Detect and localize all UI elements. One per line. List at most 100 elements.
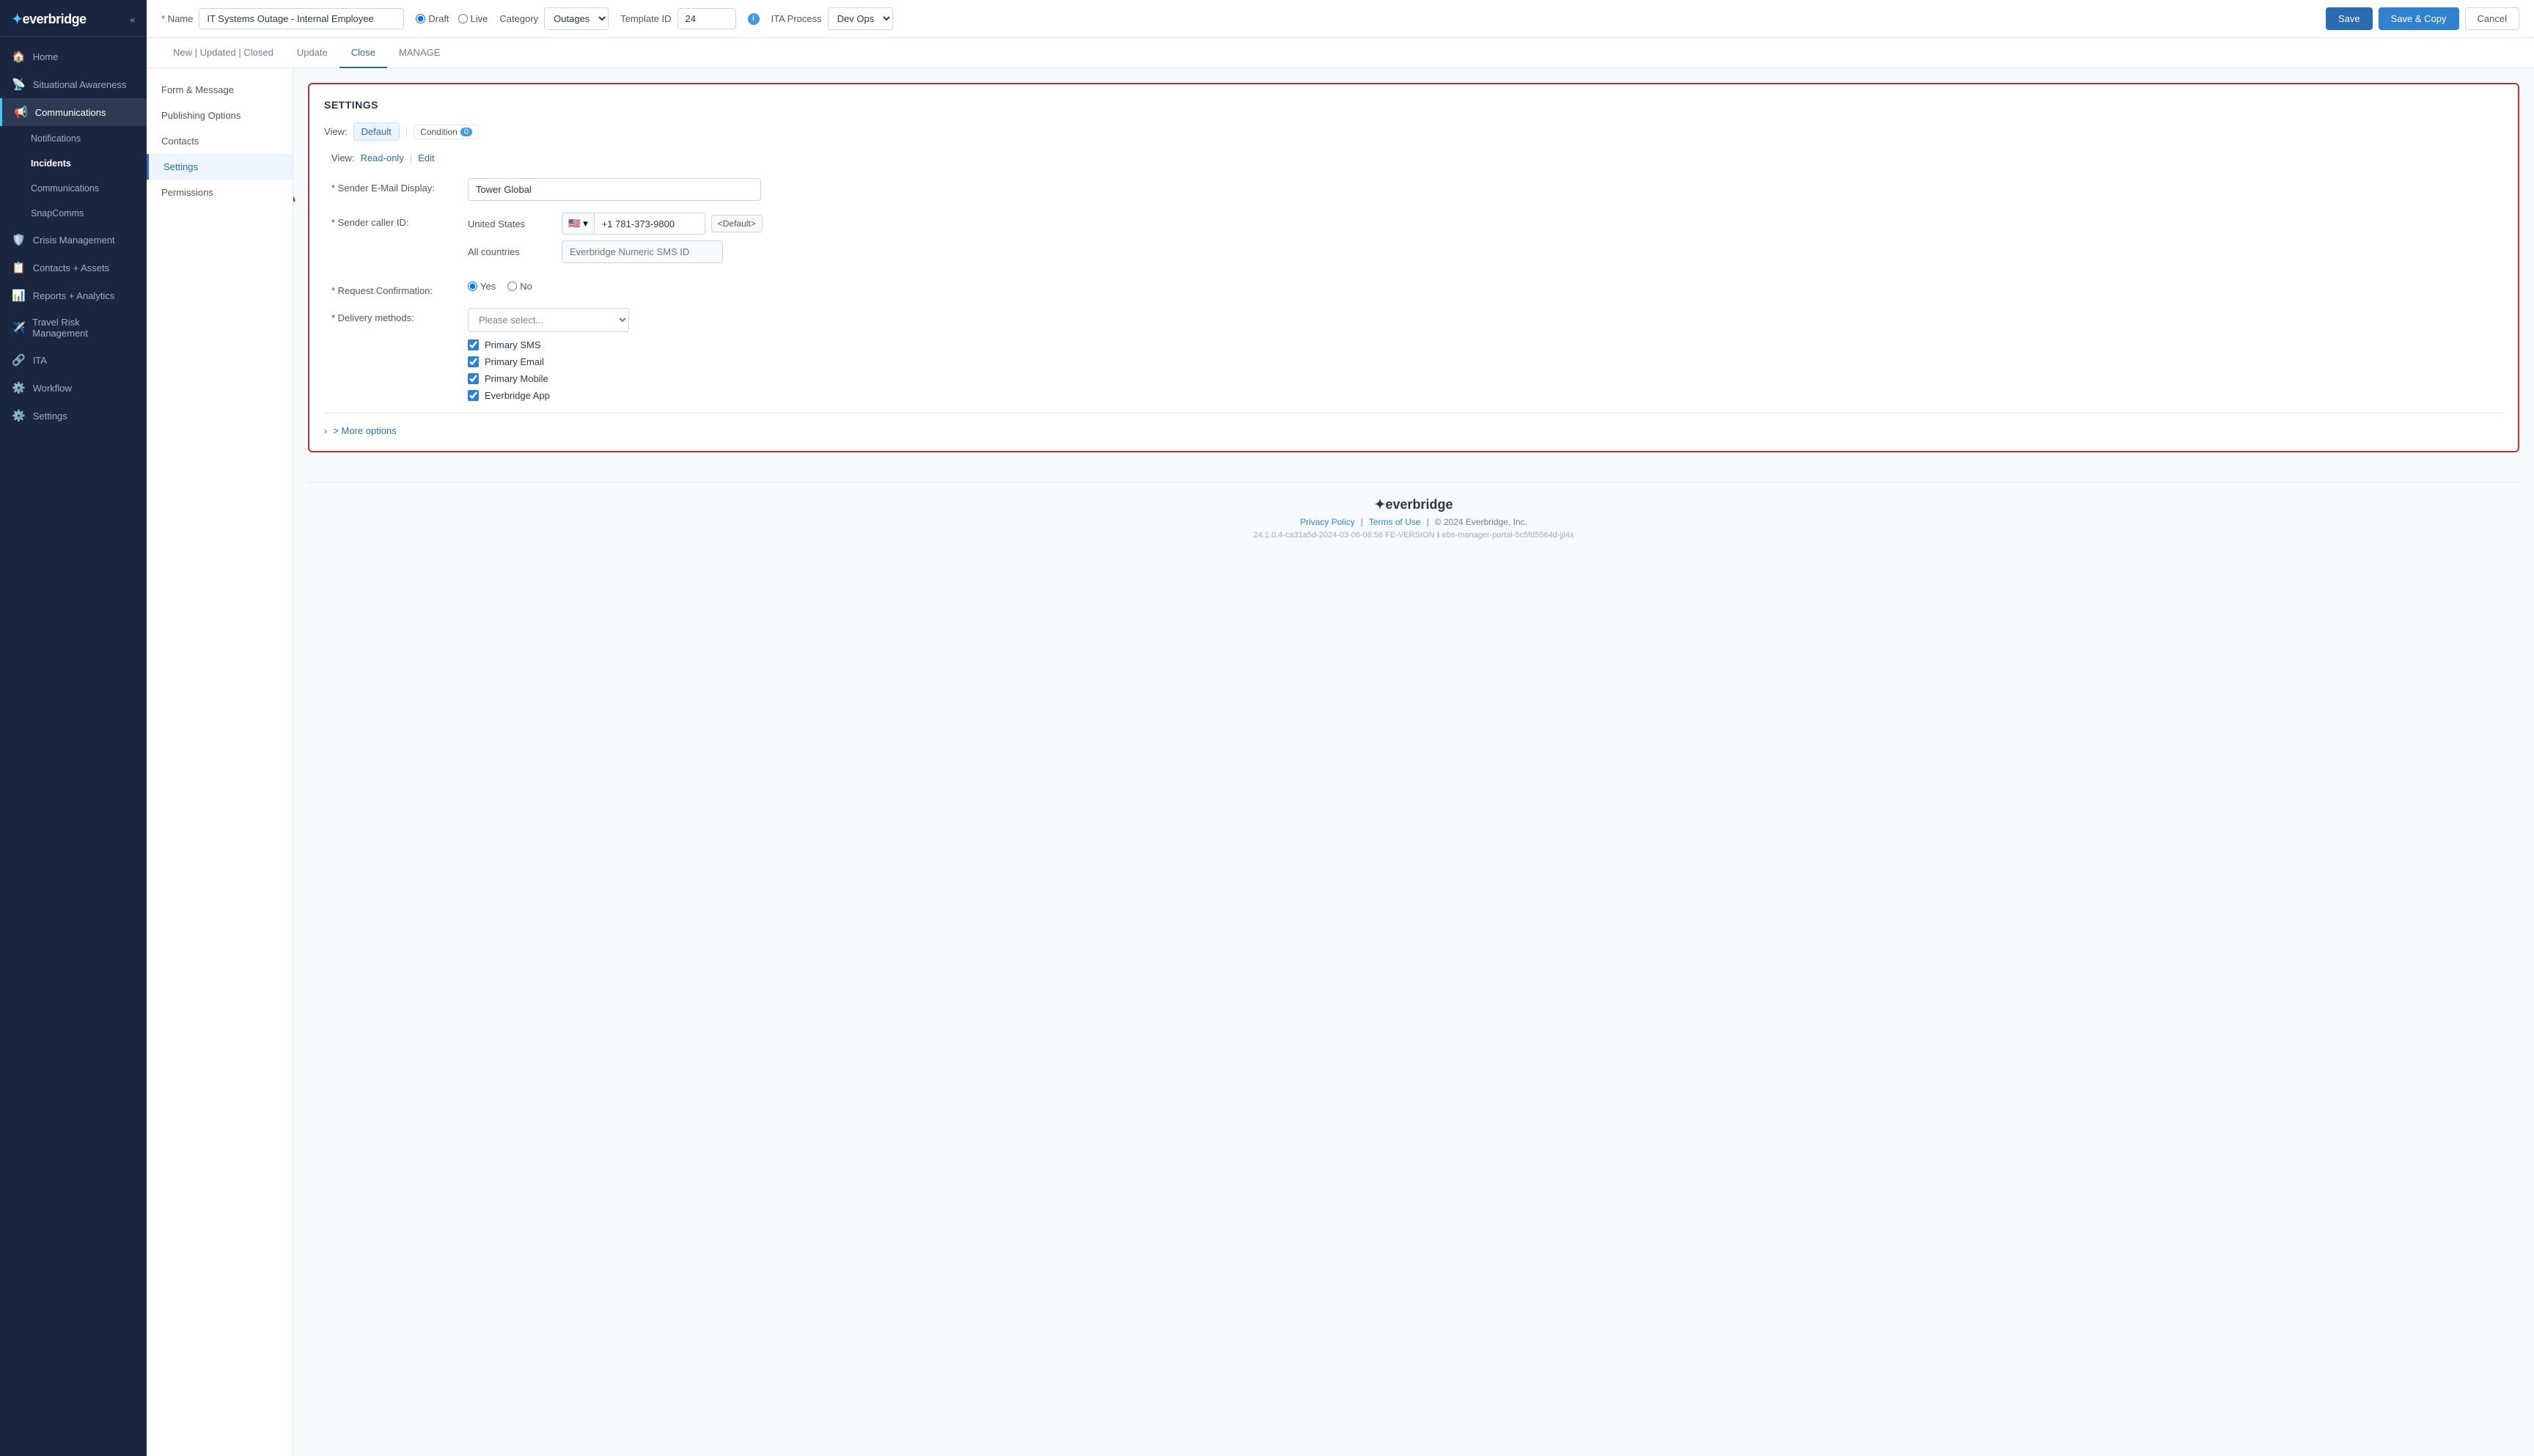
left-menu-contacts[interactable]: Contacts xyxy=(147,128,293,154)
primary-mobile-checkbox-label[interactable]: Primary Mobile xyxy=(468,373,2503,384)
sidebar-item-label: Situational Awareness xyxy=(33,79,127,90)
sidebar-item-label: Contacts + Assets xyxy=(33,262,109,273)
primary-sms-checkbox-label[interactable]: Primary SMS xyxy=(468,339,2503,350)
sidebar-item-communications-sub[interactable]: Communications xyxy=(0,176,147,201)
request-confirm-row: * Request Confirmation: Yes No xyxy=(324,281,2503,296)
view-sub-label: View: xyxy=(331,152,355,163)
sidebar-logo: ✦everbridge « xyxy=(0,0,147,37)
tab-update[interactable]: Update xyxy=(285,38,339,68)
sidebar-item-label: Home xyxy=(33,51,59,62)
sender-caller-value: United States 🇺🇸 ▾ <Default> xyxy=(468,213,2503,269)
primary-sms-checkbox[interactable] xyxy=(468,339,479,350)
primary-mobile-checkbox[interactable] xyxy=(468,373,479,384)
sidebar-item-snapcomms[interactable]: SnapComms xyxy=(0,201,147,226)
sender-email-row: * Sender E-Mail Display: xyxy=(324,178,2503,201)
settings-icon: ⚙️ xyxy=(12,409,26,422)
live-radio-label[interactable]: Live xyxy=(458,13,488,24)
view-label: View: xyxy=(324,126,348,137)
delivery-select[interactable]: Please select... xyxy=(468,308,629,332)
primary-email-label: Primary Email xyxy=(485,356,544,367)
privacy-policy-link[interactable]: Privacy Policy xyxy=(1300,517,1355,527)
name-field-group: * Name xyxy=(161,8,404,29)
view-tabs: View: Default | Condition 0 xyxy=(324,122,2503,141)
situational-awareness-icon: 📡 xyxy=(12,78,26,91)
save-copy-button[interactable]: Save & Copy xyxy=(2379,7,2459,30)
sidebar-item-contacts-assets[interactable]: 📋 Contacts + Assets xyxy=(0,254,147,282)
category-select[interactable]: Outages xyxy=(544,7,609,30)
primary-email-checkbox-label[interactable]: Primary Email xyxy=(468,356,2503,367)
app-logo: ✦everbridge xyxy=(12,12,87,27)
sidebar-item-workflow[interactable]: ⚙️ Workflow xyxy=(0,374,147,402)
tab-close[interactable]: Close xyxy=(339,38,387,68)
footer-links: Privacy Policy | Terms of Use | © 2024 E… xyxy=(323,517,2505,527)
footer: ✦everbridge Privacy Policy | Terms of Us… xyxy=(308,482,2519,554)
save-button[interactable]: Save xyxy=(2326,7,2373,30)
cancel-button[interactable]: Cancel xyxy=(2465,7,2519,30)
no-radio[interactable] xyxy=(507,282,517,291)
ita-process-select[interactable]: Dev Ops xyxy=(828,7,893,30)
sidebar-item-home[interactable]: 🏠 Home xyxy=(0,43,147,70)
delivery-checkbox-list: Primary SMS Primary Email Primary Mobile xyxy=(468,339,2503,401)
everbridge-app-checkbox[interactable] xyxy=(468,390,479,401)
more-options[interactable]: › > More options xyxy=(324,413,2503,436)
sidebar-item-label: Workflow xyxy=(33,383,72,394)
sender-email-input[interactable] xyxy=(468,178,761,201)
sidebar-item-label: Communications xyxy=(31,183,99,194)
all-countries-label: All countries xyxy=(468,246,556,257)
sidebar-item-incidents[interactable]: Incidents xyxy=(0,151,147,176)
everbridge-app-checkbox-label[interactable]: Everbridge App xyxy=(468,390,2503,401)
request-confirm-value: Yes No xyxy=(468,281,2503,292)
draft-radio-label[interactable]: Draft xyxy=(416,13,449,24)
sidebar-item-travel-risk[interactable]: ✈️ Travel Risk Management xyxy=(0,309,147,346)
sidebar-item-situational-awareness[interactable]: 📡 Situational Awareness xyxy=(0,70,147,98)
sidebar-item-ita[interactable]: 🔗 ITA xyxy=(0,346,147,374)
tab-new-updated-closed[interactable]: New | Updated | Closed xyxy=(161,38,285,68)
yes-radio[interactable] xyxy=(468,282,477,291)
sidebar-item-settings[interactable]: ⚙️ Settings xyxy=(0,402,147,430)
footer-version: 24.1.0.4-ca31a5d-2024-03-06-06:56 FE-VER… xyxy=(323,530,2505,540)
flag-button[interactable]: 🇺🇸 ▾ xyxy=(562,213,595,234)
more-options-chevron: › xyxy=(324,425,327,436)
sidebar-navigation: 🏠 Home 📡 Situational Awareness 📢 Communi… xyxy=(0,37,147,1456)
template-id-input[interactable] xyxy=(677,8,736,29)
name-input[interactable] xyxy=(199,8,404,29)
draft-radio[interactable] xyxy=(416,14,425,23)
workflow-icon: ⚙️ xyxy=(12,381,26,394)
left-menu-permissions[interactable]: Permissions xyxy=(147,180,293,205)
delivery-methods-label: * Delivery methods: xyxy=(331,308,456,323)
arrow-annotation xyxy=(293,141,308,229)
condition-badge[interactable]: Condition 0 xyxy=(414,125,479,139)
status-radio-group: Draft Live xyxy=(416,13,488,24)
left-menu-form-message[interactable]: Form & Message xyxy=(147,77,293,103)
numeric-sms-input[interactable] xyxy=(562,240,723,263)
ita-process-label: ITA Process xyxy=(771,13,822,24)
sidebar-item-crisis-management[interactable]: 🛡️ Crisis Management xyxy=(0,226,147,254)
us-flag-icon: 🇺🇸 xyxy=(568,218,580,229)
template-id-field-group: Template ID xyxy=(620,8,735,29)
left-menu-settings[interactable]: Settings xyxy=(147,154,293,180)
view-tab-default[interactable]: Default xyxy=(353,122,400,141)
sidebar-item-label: Notifications xyxy=(31,133,81,144)
sidebar-collapse-button[interactable]: « xyxy=(130,15,135,25)
terms-of-use-link[interactable]: Terms of Use xyxy=(1369,517,1421,527)
all-countries-row: All countries xyxy=(468,240,2503,263)
sender-email-label: * Sender E-Mail Display: xyxy=(331,178,456,194)
left-menu-publishing-options[interactable]: Publishing Options xyxy=(147,103,293,128)
phone-number-input[interactable] xyxy=(595,214,705,234)
primary-email-checkbox[interactable] xyxy=(468,356,479,367)
sidebar-item-communications[interactable]: 📢 Communications xyxy=(0,98,147,126)
live-radio[interactable] xyxy=(458,14,468,23)
default-badge: <Default> xyxy=(711,215,763,232)
copyright-text: © 2024 Everbridge, Inc. xyxy=(1435,517,1527,527)
tab-manage[interactable]: MANAGE xyxy=(387,38,452,68)
sidebar-item-notifications[interactable]: Notifications xyxy=(0,126,147,151)
read-only-tab[interactable]: Read-only xyxy=(361,152,404,163)
sidebar-item-reports-analytics[interactable]: 📊 Reports + Analytics xyxy=(0,282,147,309)
yes-radio-label[interactable]: Yes xyxy=(468,281,496,292)
edit-tab[interactable]: Edit xyxy=(418,152,434,163)
top-bar-actions: Save Save & Copy Cancel xyxy=(2326,7,2519,30)
ita-process-field-group: ITA Process Dev Ops xyxy=(771,7,893,30)
home-icon: 🏠 xyxy=(12,50,26,63)
delivery-methods-value: Please select... Primary SMS Primary Ema… xyxy=(468,308,2503,401)
no-radio-label[interactable]: No xyxy=(507,281,532,292)
